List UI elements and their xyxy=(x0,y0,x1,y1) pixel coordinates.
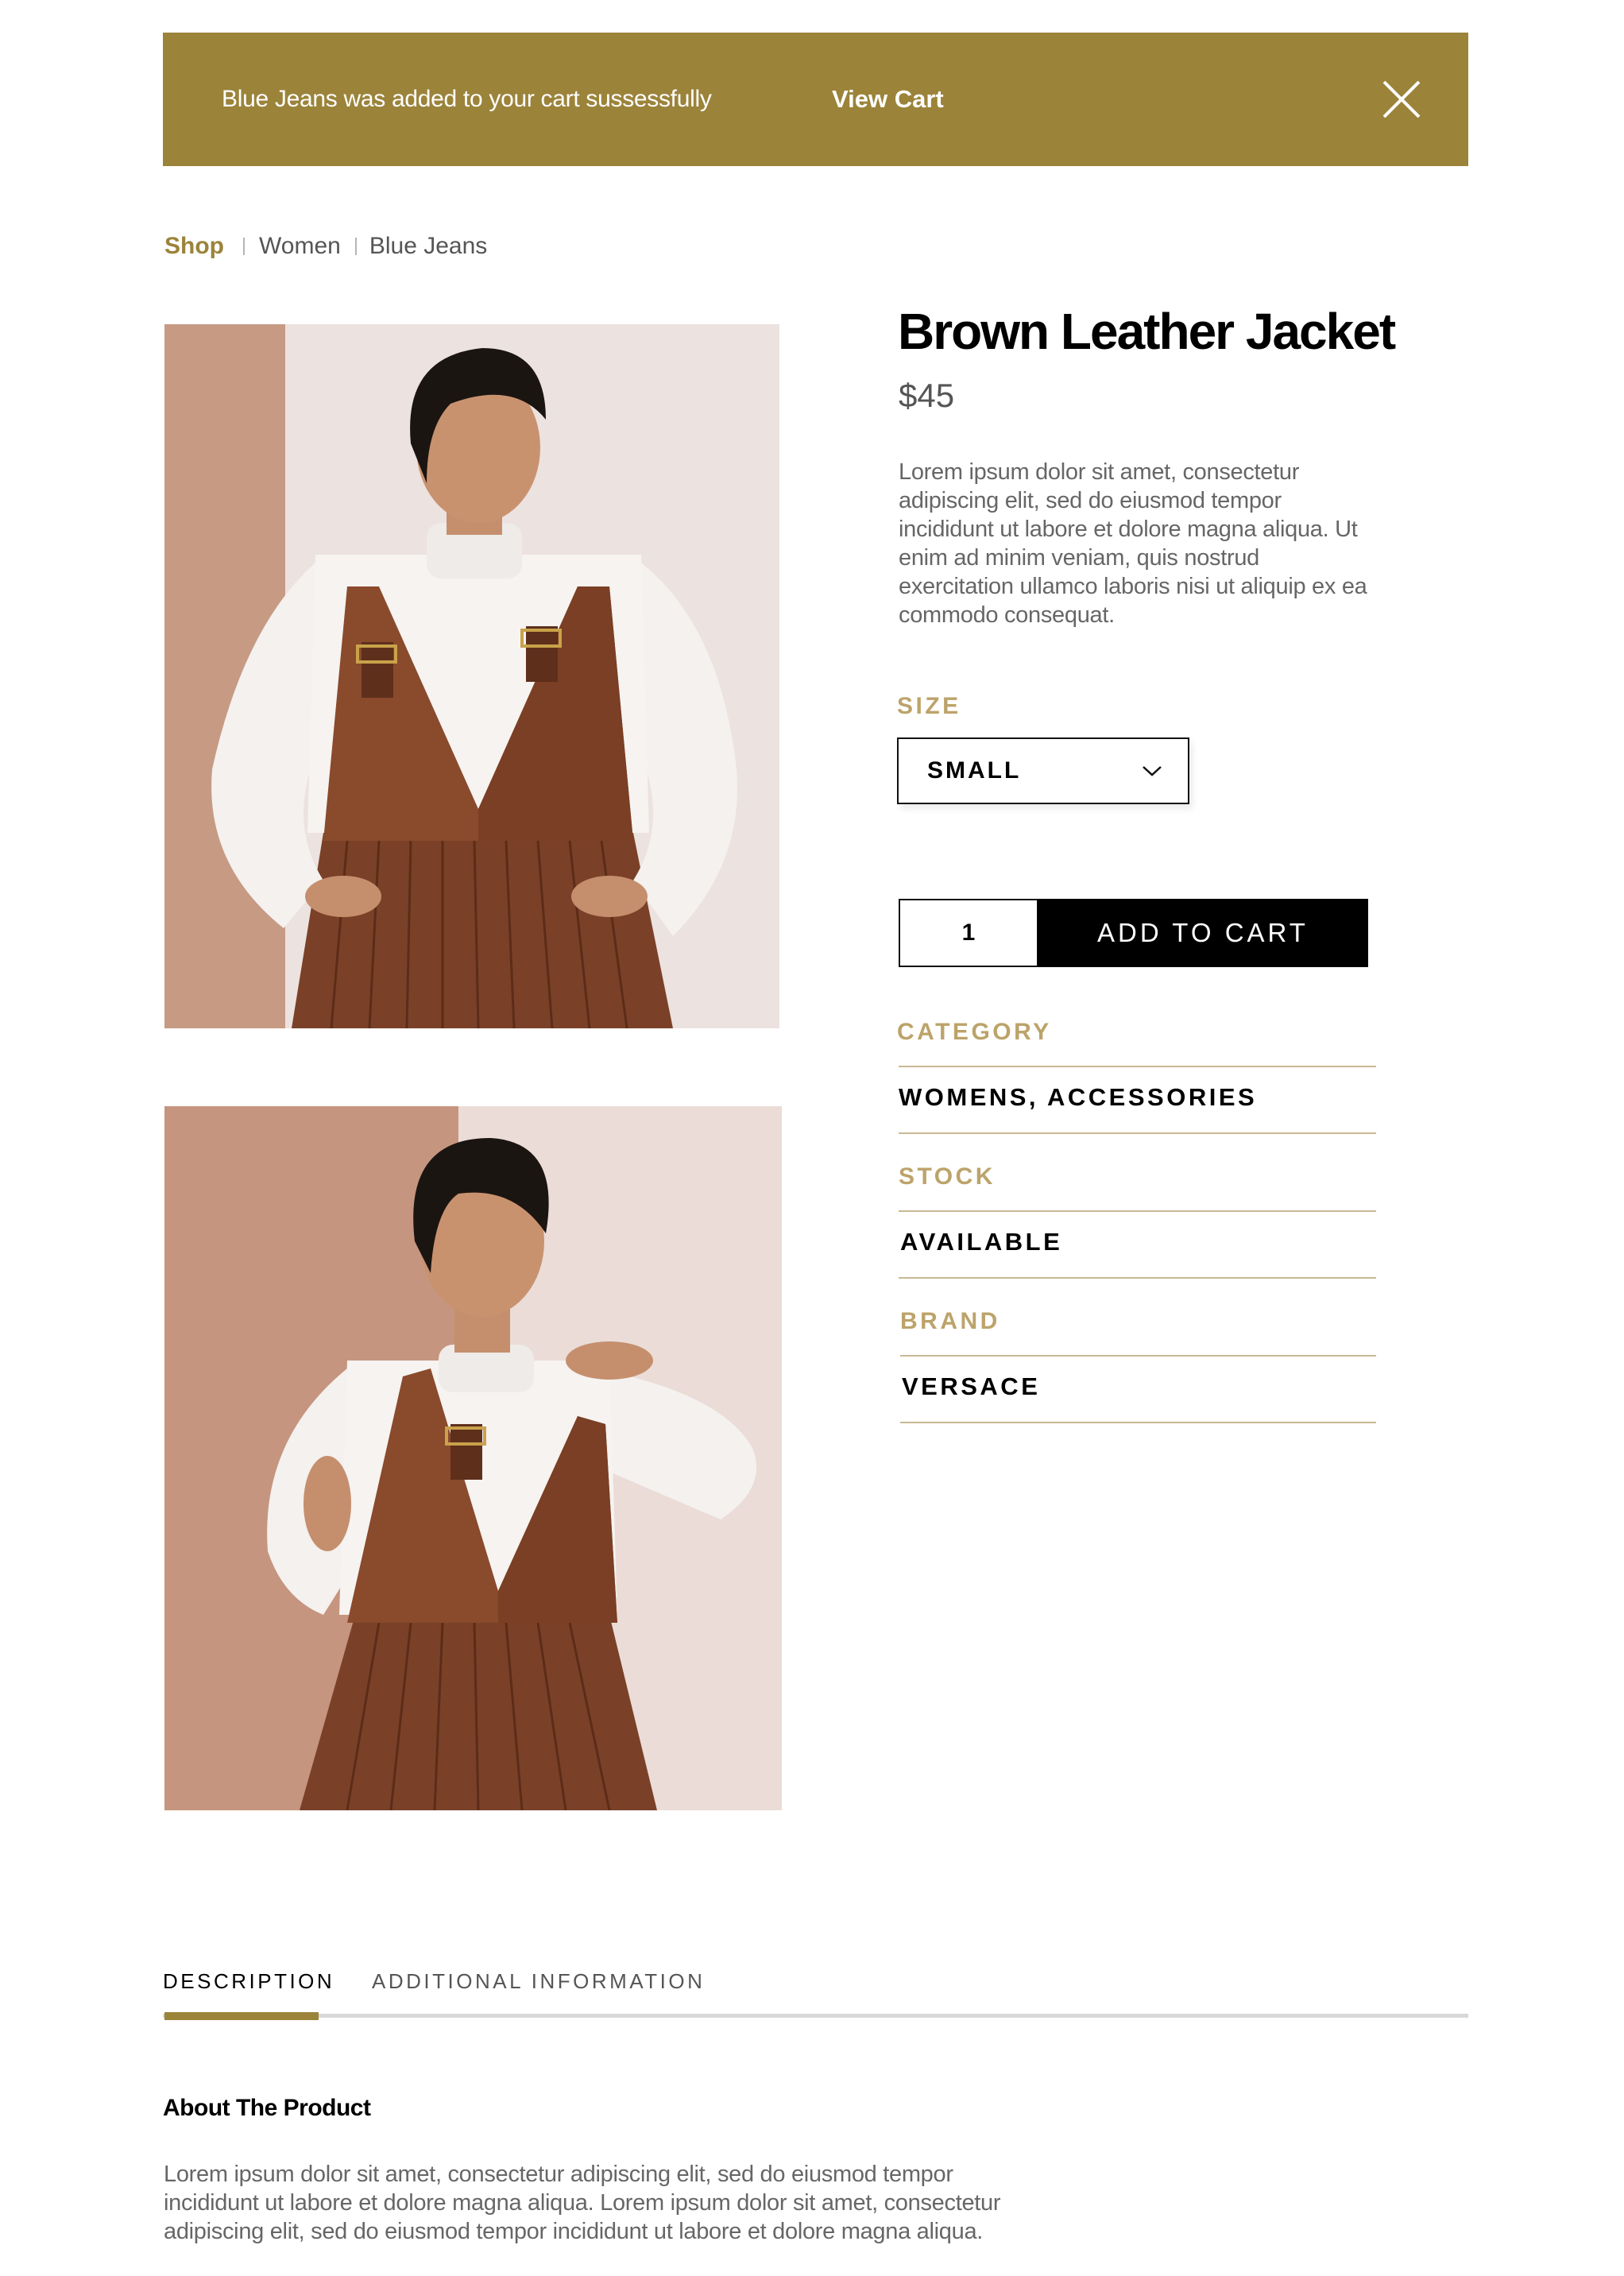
divider xyxy=(899,1277,1376,1279)
product-description: Lorem ipsum dolor sit amet, consectetur … xyxy=(899,459,1367,628)
about-product-heading: About The Product xyxy=(163,2095,371,2121)
brand-label: BRAND xyxy=(900,1308,1000,1334)
product-title: Brown Leather Jacket xyxy=(898,303,1396,360)
active-tab-indicator xyxy=(164,2012,319,2020)
size-select[interactable]: SMALL xyxy=(897,737,1189,804)
category-value: WOMENS, ACCESSORIES xyxy=(899,1083,1258,1111)
view-cart-link[interactable]: View Cart xyxy=(832,33,944,166)
divider xyxy=(900,1355,1376,1357)
breadcrumb-item-women[interactable]: Women xyxy=(259,233,341,260)
add-to-cart-button[interactable]: ADD TO CART xyxy=(1038,899,1368,967)
product-price: $45 xyxy=(899,377,955,414)
size-selected-value: SMALL xyxy=(927,757,1022,784)
about-product-text: Lorem ipsum dolor sit amet, consectetur … xyxy=(164,2162,1001,2244)
close-icon[interactable] xyxy=(1382,79,1421,119)
tab-track xyxy=(163,2014,1468,2018)
product-image-2[interactable] xyxy=(164,1106,782,1810)
brand-value: VERSACE xyxy=(902,1372,1041,1400)
breadcrumb-separator xyxy=(243,238,245,255)
breadcrumb-separator xyxy=(354,238,357,255)
tab-description[interactable]: DESCRIPTION xyxy=(163,1969,334,1994)
divider xyxy=(899,1132,1376,1134)
divider xyxy=(899,1066,1376,1067)
size-label: SIZE xyxy=(897,693,961,719)
divider xyxy=(900,1422,1376,1423)
category-label: CATEGORY xyxy=(897,1019,1052,1045)
tab-additional-information[interactable]: ADDITIONAL INFORMATION xyxy=(372,1969,705,1994)
quantity-input[interactable]: 1 xyxy=(899,899,1038,967)
notification-message: Blue Jeans was added to your cart susses… xyxy=(222,86,712,112)
chevron-down-icon xyxy=(1142,764,1162,777)
breadcrumb: Shop Women Blue Jeans xyxy=(164,229,487,264)
product-tabs: DESCRIPTION ADDITIONAL INFORMATION xyxy=(163,1969,1468,2022)
stock-label: STOCK xyxy=(899,1163,996,1190)
breadcrumb-item-blue-jeans[interactable]: Blue Jeans xyxy=(369,233,487,260)
product-image-1[interactable] xyxy=(164,324,779,1028)
cart-notification-banner: Blue Jeans was added to your cart susses… xyxy=(163,33,1468,166)
breadcrumb-item-shop[interactable]: Shop xyxy=(164,233,224,260)
stock-value: AVAILABLE xyxy=(900,1228,1063,1256)
divider xyxy=(899,1210,1376,1212)
